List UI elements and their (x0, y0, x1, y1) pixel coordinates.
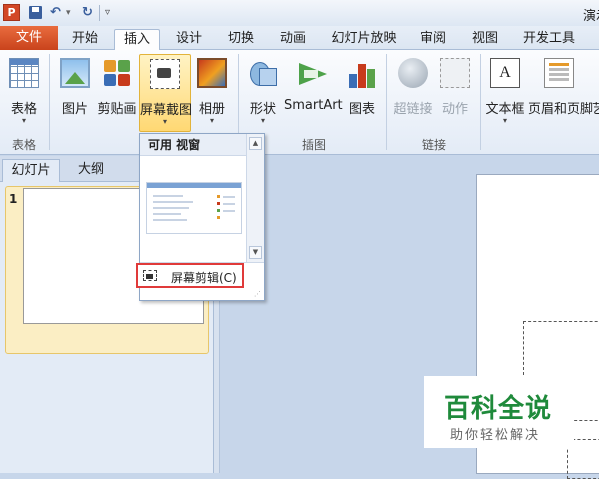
window-thumbnail[interactable] (146, 182, 242, 234)
smartart-icon (298, 58, 328, 88)
ribbon: 表格 ▾ 表格 图片 剪贴画 屏幕截图 ▾ 相册 ▾ 图 形状 ▾ SmartA… (0, 50, 599, 155)
window-title: 演示 (583, 9, 599, 24)
scroll-up-icon[interactable]: ▲ (249, 137, 262, 150)
customize-quick-access-icon[interactable]: ▿ (105, 4, 110, 22)
hyperlink-label: 超链接 (393, 102, 433, 117)
screen-clipping-menu-item[interactable]: 屏幕剪辑(C) (136, 263, 244, 288)
table-label: 表格 (10, 102, 37, 117)
available-windows-header: 可用 视窗 (140, 134, 246, 156)
screenshot-label: 屏幕截图 (140, 103, 193, 118)
header-footer-label: 页眉和页脚 (528, 102, 594, 117)
tab-insert[interactable]: 插入 (114, 29, 160, 50)
tab-slideshow[interactable]: 幻灯片放映 (326, 29, 402, 50)
smartart-label: SmartArt (284, 98, 343, 113)
photo-album-icon (197, 58, 227, 88)
group-separator (386, 54, 387, 150)
thumbnail-line (223, 196, 235, 198)
thumbnail-line (153, 219, 187, 221)
shapes-icon (248, 58, 278, 88)
group-label-tables: 表格 (11, 138, 36, 152)
save-icon[interactable] (28, 4, 44, 22)
thumbnail-dot (217, 202, 220, 205)
quick-access-separator (99, 5, 100, 21)
chart-icon (347, 58, 377, 88)
tab-slides[interactable]: 幻灯片 (2, 159, 60, 182)
clipart-button[interactable]: 剪贴画 (96, 54, 138, 132)
resize-grip-icon[interactable]: ⋰ (254, 290, 261, 298)
tab-design[interactable]: 设计 (166, 29, 212, 50)
screen-clipping-icon (143, 270, 157, 281)
tab-home[interactable]: 开始 (62, 29, 108, 50)
ribbon-tab-row: 文件 开始 插入 设计 切换 动画 幻灯片放映 审阅 视图 开发工具 (0, 26, 599, 50)
screen-clipping-label: 屏幕剪辑(C) (171, 271, 237, 285)
tab-transitions[interactable]: 切换 (218, 29, 264, 50)
screenshot-gallery-dropdown: 可用 视窗 ▲ ▼ 屏幕剪辑(C) ⋰ (136, 133, 265, 301)
thumbnail-line (153, 201, 193, 203)
clipart-icon (102, 58, 132, 88)
tab-view[interactable]: 视图 (462, 29, 508, 50)
smartart-button[interactable]: SmartArt (284, 54, 343, 132)
header-footer-icon (544, 58, 574, 88)
tab-outline[interactable]: 大纲 (62, 159, 120, 182)
group-label-links: 链接 (421, 138, 446, 152)
table-icon (9, 58, 39, 88)
clipart-label: 剪贴画 (97, 102, 137, 117)
action-label: 动作 (441, 102, 468, 117)
chevron-down-icon: ▾ (162, 117, 167, 126)
undo-icon[interactable]: ↶ (50, 4, 61, 22)
thumbnail-line (223, 210, 235, 212)
shapes-label: 形状 (249, 102, 276, 117)
powerpoint-app-icon[interactable]: P (3, 4, 20, 21)
picture-label: 图片 (61, 102, 88, 117)
shapes-button[interactable]: 形状 ▾ (244, 54, 282, 132)
action-icon (440, 58, 470, 88)
watermark-subtitle: 助你轻松解决 (450, 428, 541, 443)
watermark-title: 百科全说 (444, 394, 553, 424)
chevron-down-icon: ▾ (502, 116, 507, 125)
undo-dropdown-icon[interactable]: ▾ (66, 4, 71, 22)
picture-button[interactable]: 图片 (56, 54, 94, 132)
hyperlink-icon (398, 58, 428, 88)
thumbnail-dot (217, 209, 220, 212)
group-separator (480, 54, 481, 150)
textbox-icon: A (490, 58, 520, 88)
wordart-label: 艺 (592, 102, 599, 117)
screenshot-icon (150, 59, 180, 89)
group-separator (49, 54, 50, 150)
wordart-button[interactable]: 艺 (592, 54, 599, 132)
tab-review[interactable]: 审阅 (410, 29, 456, 50)
screenshot-button[interactable]: 屏幕截图 ▾ (139, 54, 193, 132)
chevron-down-icon: ▾ (21, 116, 26, 125)
tab-animations[interactable]: 动画 (270, 29, 316, 50)
thumbnail-line (153, 195, 183, 197)
chevron-down-icon: ▾ (260, 116, 265, 125)
scroll-down-icon[interactable]: ▼ (249, 246, 262, 259)
hyperlink-button[interactable]: 超链接 (390, 54, 436, 132)
group-label-illustrations: 插图 (301, 138, 326, 152)
thumbnail-titlebar (147, 183, 241, 188)
picture-icon (60, 58, 90, 88)
thumbnail-line (153, 213, 181, 215)
textbox-label: 文本框 (485, 102, 525, 117)
redo-icon[interactable]: ↻ (82, 4, 93, 22)
thumbnail-line (153, 207, 189, 209)
photo-album-label: 相册 (198, 102, 225, 117)
action-button[interactable]: 动作 (438, 54, 472, 132)
tab-developer[interactable]: 开发工具 (518, 29, 580, 50)
textbox-button[interactable]: A 文本框 ▾ (484, 54, 526, 132)
photo-album-button[interactable]: 相册 ▾ (194, 54, 230, 132)
table-button[interactable]: 表格 ▾ (4, 54, 44, 132)
chart-label: 图表 (348, 102, 375, 117)
chart-button[interactable]: 图表 (344, 54, 380, 132)
thumbnail-dot (217, 216, 220, 219)
slide-number: 1 (9, 192, 18, 206)
chevron-down-icon: ▾ (209, 116, 214, 125)
header-footer-button[interactable]: 页眉和页脚 (528, 54, 594, 132)
tab-file[interactable]: 文件 (0, 26, 58, 50)
title-bar: P ↶ ▾ ↻ ▿ 演示 (0, 0, 599, 26)
watermark: 百科全说 助你轻松解决 (424, 376, 574, 448)
thumbnail-dot (217, 195, 220, 198)
gallery-scrollbar[interactable]: ▲ ▼ (246, 134, 264, 262)
thumbnail-line (223, 203, 235, 205)
